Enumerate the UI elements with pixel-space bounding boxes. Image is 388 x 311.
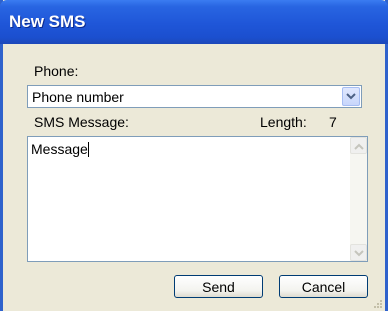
send-button[interactable]: Send: [174, 275, 263, 298]
chevron-down-icon: [346, 93, 356, 100]
sms-message-label: SMS Message:: [34, 114, 129, 130]
scroll-down-button[interactable]: [350, 244, 367, 261]
message-textarea[interactable]: Message: [27, 136, 368, 262]
window-title: New SMS: [9, 12, 86, 31]
resize-grip-icon[interactable]: [372, 298, 382, 308]
message-text: Message: [31, 141, 89, 157]
length-label: Length:: [260, 114, 307, 130]
new-sms-window: New SMS Phone: Phone number SMS Message:…: [0, 0, 388, 311]
title-bar[interactable]: New SMS: [0, 0, 388, 44]
scroll-up-button[interactable]: [350, 137, 367, 154]
arrow-down-icon: [354, 250, 364, 257]
phone-combobox[interactable]: Phone number: [27, 85, 362, 108]
length-value: 7: [329, 114, 337, 130]
message-scrollbar[interactable]: [350, 137, 367, 261]
phone-dropdown-button[interactable]: [342, 87, 360, 106]
text-caret: [87, 142, 89, 157]
arrow-up-icon: [354, 143, 364, 150]
cancel-button[interactable]: Cancel: [279, 275, 368, 298]
phone-label: Phone:: [34, 63, 79, 79]
phone-value: Phone number: [32, 89, 124, 105]
